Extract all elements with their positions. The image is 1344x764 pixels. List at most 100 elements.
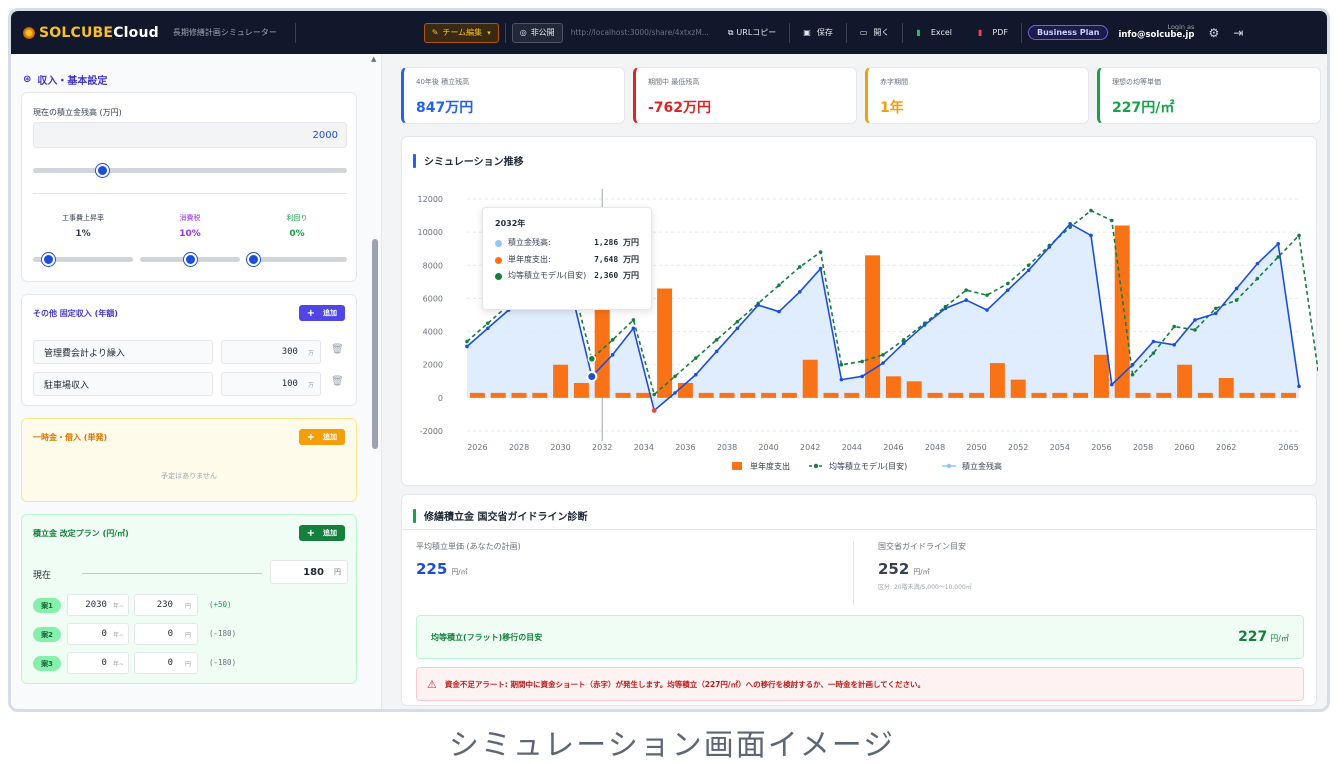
balance-point[interactable] xyxy=(860,374,864,379)
expense-bar[interactable] xyxy=(636,392,652,398)
expense-bar[interactable] xyxy=(1031,392,1047,398)
trash-icon[interactable]: 🗑 xyxy=(331,376,344,387)
balance-point[interactable] xyxy=(465,344,469,349)
sidebar-scroll-thumb[interactable] xyxy=(372,239,378,449)
balance-point[interactable] xyxy=(964,298,968,302)
model-point[interactable] xyxy=(964,288,968,292)
balance-point[interactable] xyxy=(839,377,844,382)
model-point[interactable] xyxy=(1026,263,1031,268)
plan-year-input[interactable]: 2030 年~ xyxy=(67,594,129,616)
expense-bar[interactable] xyxy=(719,392,735,398)
model-point[interactable] xyxy=(1151,351,1156,355)
model-point[interactable] xyxy=(798,265,802,269)
tax-rate-knob[interactable] xyxy=(183,253,197,266)
cost-rate-knob[interactable] xyxy=(41,253,55,266)
expense-bar[interactable] xyxy=(532,392,548,398)
balance-point[interactable] xyxy=(1151,339,1156,344)
balance-point[interactable] xyxy=(818,266,823,271)
scroll-up-icon[interactable]: ▲ xyxy=(371,55,376,63)
fixed-income-name[interactable]: 管理費会計より繰入 xyxy=(33,340,213,364)
balance-point[interactable] xyxy=(756,303,760,307)
plan-price-input[interactable]: 230 円 xyxy=(134,594,198,616)
expense-bar[interactable] xyxy=(1281,392,1297,398)
expense-bar[interactable] xyxy=(511,392,527,398)
fixed-income-name[interactable]: 駐車場収入 xyxy=(33,372,213,396)
settings-icon[interactable]: ⚙ xyxy=(1208,26,1219,40)
balance-point[interactable] xyxy=(922,323,927,327)
expense-bar[interactable] xyxy=(1218,377,1234,398)
expense-bar[interactable] xyxy=(490,392,506,398)
expense-bar[interactable] xyxy=(1052,392,1068,398)
balance-point[interactable] xyxy=(1276,241,1280,246)
expense-bar[interactable] xyxy=(1135,392,1151,398)
balance-point[interactable] xyxy=(1130,362,1135,367)
pdf-button[interactable]: ▮ PDF xyxy=(971,23,1015,43)
expense-bar[interactable] xyxy=(740,392,756,398)
balance-point[interactable] xyxy=(1193,318,1197,322)
balance-point[interactable] xyxy=(486,326,490,331)
expense-bar[interactable] xyxy=(1177,364,1193,398)
expense-bar[interactable] xyxy=(1260,392,1276,398)
expense-bar[interactable] xyxy=(761,392,777,398)
logout-icon[interactable]: ⇥ xyxy=(1233,26,1243,40)
expense-bar[interactable] xyxy=(1156,392,1172,398)
balance-point[interactable] xyxy=(1047,245,1052,249)
expense-bar[interactable] xyxy=(573,382,589,398)
expense-bar[interactable] xyxy=(969,392,985,398)
expense-bar[interactable] xyxy=(844,392,860,398)
expense-bar[interactable] xyxy=(1073,392,1089,398)
expense-bar[interactable] xyxy=(469,392,485,398)
expense-bar[interactable] xyxy=(698,392,714,398)
balance-point[interactable] xyxy=(1006,288,1010,292)
balance-point[interactable] xyxy=(881,361,885,365)
model-point[interactable] xyxy=(694,356,698,360)
expense-bar[interactable] xyxy=(989,363,1005,398)
balance-point[interactable] xyxy=(610,352,615,357)
balance-input[interactable]: 2000 xyxy=(33,122,347,148)
expense-bar[interactable] xyxy=(865,255,881,398)
excel-button[interactable]: ▮ Excel xyxy=(909,23,959,43)
trash-icon[interactable]: 🗑 xyxy=(331,344,344,355)
fixed-income-amount[interactable]: 300 万 xyxy=(221,340,321,364)
expense-bar[interactable] xyxy=(802,359,818,398)
model-point[interactable] xyxy=(1297,233,1301,238)
expense-bar[interactable] xyxy=(657,288,673,398)
balance-point[interactable] xyxy=(651,408,657,413)
copy-url-button[interactable]: ⧉ URLコピー xyxy=(721,23,784,43)
expense-bar[interactable] xyxy=(1114,225,1130,398)
expense-bar[interactable] xyxy=(885,376,901,398)
tax-rate-slider[interactable] xyxy=(140,253,240,266)
balance-point[interactable] xyxy=(798,290,802,294)
open-button[interactable]: ▭ 開く xyxy=(853,23,897,43)
balance-point[interactable] xyxy=(1068,222,1072,226)
legend-item[interactable]: 均等積立モデル(目安) xyxy=(809,461,907,471)
model-point[interactable] xyxy=(1234,298,1239,302)
share-url[interactable]: http://localhost:3000/share/4xtxzM... xyxy=(571,28,721,37)
plan-year-input[interactable]: 0 年~ xyxy=(67,652,129,674)
visibility-toggle[interactable]: ◎ 非公開 xyxy=(511,22,563,43)
add-fixed-income-button[interactable]: + 追加 xyxy=(298,305,345,321)
expense-bar[interactable] xyxy=(823,392,839,398)
sidebar-scrollbar[interactable]: ▲ xyxy=(371,55,379,709)
model-point[interactable] xyxy=(714,338,719,342)
model-point[interactable] xyxy=(818,250,823,254)
expense-bar[interactable] xyxy=(906,381,922,398)
balance-point[interactable] xyxy=(1234,286,1239,291)
interest-rate-knob[interactable] xyxy=(247,253,260,266)
balance-slider[interactable] xyxy=(33,164,347,177)
model-point[interactable] xyxy=(985,293,989,297)
balance-point[interactable] xyxy=(735,326,740,331)
balance-point[interactable] xyxy=(985,308,989,312)
balance-point[interactable] xyxy=(902,341,906,345)
balance-point[interactable] xyxy=(1255,261,1260,266)
expense-bar[interactable] xyxy=(948,392,964,398)
model-point[interactable] xyxy=(1172,324,1176,329)
model-point[interactable] xyxy=(1214,306,1218,311)
balance-slider-knob[interactable] xyxy=(96,164,110,177)
model-point[interactable] xyxy=(465,339,469,344)
model-point[interactable] xyxy=(1193,328,1197,332)
balance-point[interactable] xyxy=(714,349,719,354)
plan-price-input[interactable]: 0円 xyxy=(134,652,198,674)
balance-point[interactable] xyxy=(777,309,781,314)
model-point[interactable] xyxy=(486,321,490,326)
